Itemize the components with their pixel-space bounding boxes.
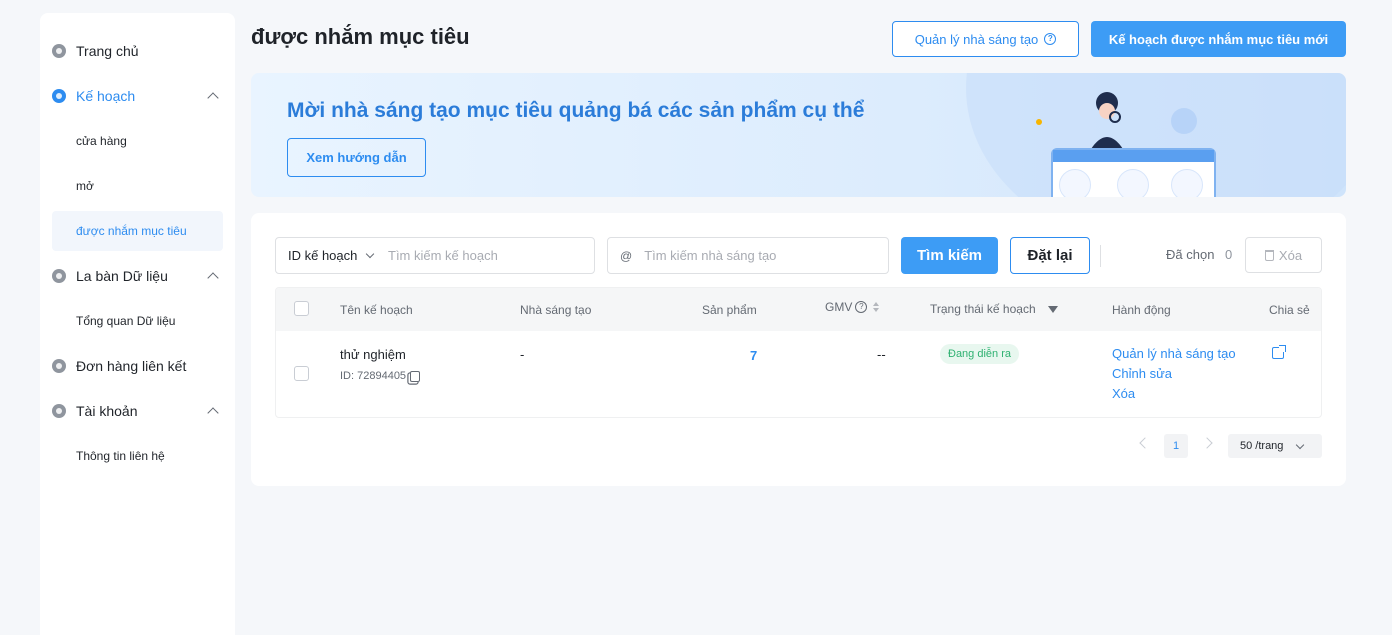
manage-creators-link[interactable]: Quản lý nhà sáng tạo	[1112, 346, 1236, 361]
row-checkbox[interactable]	[294, 366, 309, 381]
sidebar-item-home[interactable]: Trang chủ	[40, 31, 235, 71]
page-size-value: 50 /trang	[1240, 440, 1284, 452]
chevron-up-icon	[207, 407, 219, 419]
avatar-illustration-icon	[1117, 169, 1149, 197]
delete-link[interactable]: Xóa	[1112, 386, 1135, 401]
table-row: thử nghiệm ID: 72894405 - 7 -- Đang diễn…	[276, 331, 1321, 417]
column-header-actions: Hành động	[1112, 303, 1171, 317]
column-header-gmv[interactable]: GMV ?	[825, 300, 879, 314]
chevron-down-icon	[366, 249, 375, 259]
column-header-creator: Nhà sáng tạo	[520, 303, 592, 317]
help-icon[interactable]: ?	[855, 301, 868, 313]
share-external-icon[interactable]	[1272, 345, 1286, 359]
view-guide-button[interactable]: Xem hướng dẫn	[287, 138, 426, 177]
sidebar-subitem-store[interactable]: cửa hàng	[52, 121, 223, 161]
banner-decoration	[1171, 108, 1197, 134]
edit-link[interactable]: Chỉnh sửa	[1112, 366, 1172, 381]
sidebar-subitem-targeted[interactable]: được nhắm mục tiêu	[52, 211, 223, 251]
sidebar-item-data-compass[interactable]: La bàn Dữ liệu	[40, 256, 235, 296]
page-size-select[interactable]: 50 /trang	[1228, 434, 1322, 458]
gmv-value: --	[877, 347, 886, 362]
chevron-left-icon[interactable]	[1139, 437, 1151, 449]
creator-filter: @	[607, 237, 889, 274]
page-title: được nhắm mục tiêu	[251, 24, 470, 49]
plan-id-text: ID: 72894405	[340, 370, 407, 382]
plan-filter: ID kế hoạch	[275, 237, 595, 274]
sidebar-item-label: Tài khoản	[76, 403, 138, 419]
select-all-checkbox[interactable]	[294, 301, 309, 316]
gmv-label: GMV	[825, 300, 853, 314]
selected-count: 0	[1225, 247, 1233, 262]
plans-card: ID kế hoạch @ Tìm kiếm Đặt lại Đã chọn 0…	[251, 213, 1346, 486]
status-badge: Đang diễn ra	[940, 344, 1019, 364]
at-icon: @	[620, 248, 633, 263]
table-header: Tên kế hoạch Nhà sáng tạo Sản phẩm GMV ?…	[276, 288, 1321, 331]
selected-label: Đã chọn	[1166, 247, 1215, 262]
plan-id-select[interactable]: ID kế hoạch	[276, 248, 388, 263]
sidebar-subitem-open[interactable]: mở	[52, 166, 223, 206]
bulk-delete-label: Xóa	[1278, 247, 1303, 263]
products-count-link[interactable]: 7	[750, 348, 757, 363]
pagination-page-1[interactable]: 1	[1164, 434, 1188, 458]
home-icon	[52, 44, 66, 58]
chevron-up-icon	[207, 92, 219, 104]
sidebar-item-label: La bàn Dữ liệu	[76, 268, 168, 284]
new-targeted-plan-button[interactable]: Kế hoạch được nhắm mục tiêu mới	[1091, 21, 1346, 57]
column-header-products: Sản phẩm	[702, 303, 757, 317]
avatar-illustration-icon	[1059, 169, 1091, 197]
plan-icon	[52, 89, 66, 103]
sidebar-item-label: Trang chủ	[76, 43, 139, 59]
plans-table: Tên kế hoạch Nhà sáng tạo Sản phẩm GMV ?…	[275, 287, 1322, 418]
plan-id: ID: 72894405	[340, 370, 421, 382]
compass-icon	[52, 269, 66, 283]
column-header-status: Trạng thái kế hoạch	[930, 302, 1058, 316]
creator-illustration-icon	[1091, 92, 1123, 149]
sidebar-item-label: Kế hoạch	[76, 88, 136, 104]
filter-icon[interactable]	[1047, 305, 1058, 313]
avatar-illustration-icon	[1171, 169, 1203, 197]
chevron-up-icon	[207, 272, 219, 284]
banner-decoration	[1036, 119, 1042, 125]
creator-search-input[interactable]	[644, 248, 888, 263]
chevron-right-icon[interactable]	[1201, 437, 1213, 449]
sort-icon[interactable]	[873, 302, 879, 312]
sidebar-item-label: Đơn hàng liên kết	[76, 358, 187, 374]
trash-icon	[1264, 249, 1274, 261]
user-icon	[52, 404, 66, 418]
orders-icon	[52, 359, 66, 373]
sidebar: Trang chủ Kế hoạch cửa hàng mở được nhắm…	[40, 13, 235, 635]
plan-id-select-value: ID kế hoạch	[288, 248, 358, 263]
sidebar-item-account[interactable]: Tài khoản	[40, 391, 235, 431]
search-button[interactable]: Tìm kiếm	[901, 237, 998, 274]
copy-icon[interactable]	[410, 370, 421, 382]
manage-creators-label: Quản lý nhà sáng tạo	[914, 31, 1039, 47]
bulk-delete-button[interactable]: Xóa	[1245, 237, 1322, 273]
help-icon: ?	[1044, 33, 1057, 45]
creator-value: -	[520, 347, 525, 362]
column-header-plan-name: Tên kế hoạch	[340, 303, 413, 317]
status-header-label: Trạng thái kế hoạch	[930, 302, 1036, 316]
promo-banner: Mời nhà sáng tạo mục tiêu quảng bá các s…	[251, 73, 1346, 197]
plan-search-input[interactable]	[388, 248, 594, 263]
manage-creators-button[interactable]: Quản lý nhà sáng tạo ?	[892, 21, 1079, 57]
banner-title: Mời nhà sáng tạo mục tiêu quảng bá các s…	[287, 99, 865, 122]
sidebar-subitem-contact-info[interactable]: Thông tin liên hệ	[52, 436, 223, 476]
sidebar-subitem-data-overview[interactable]: Tổng quan Dữ liệu	[52, 301, 223, 341]
sidebar-item-affiliate-orders[interactable]: Đơn hàng liên kết	[40, 346, 235, 386]
reset-button[interactable]: Đặt lại	[1010, 237, 1090, 274]
chevron-down-icon	[1296, 440, 1305, 449]
column-header-share: Chia sẻ	[1269, 303, 1310, 317]
divider	[1100, 245, 1101, 267]
sidebar-item-plans[interactable]: Kế hoạch	[40, 76, 235, 116]
plan-name: thử nghiệm	[340, 347, 406, 362]
